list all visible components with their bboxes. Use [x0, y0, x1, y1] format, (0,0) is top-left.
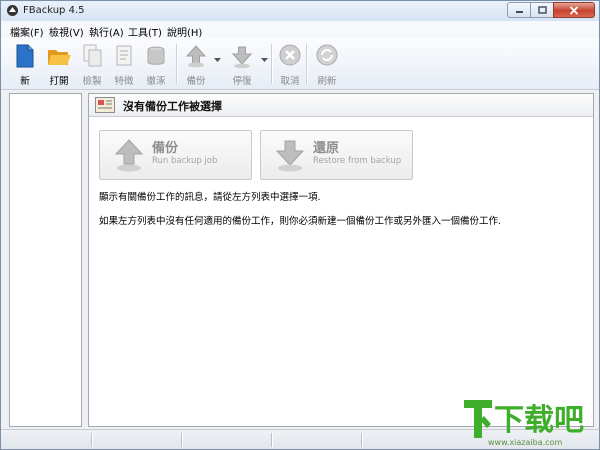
restore-button[interactable]: 停復 [224, 41, 260, 87]
dropdown-arrow-icon[interactable] [261, 58, 268, 63]
title-bar[interactable]: FBackup 4.5 [1, 1, 599, 21]
panel-title: 沒有備份工作被選擇 [123, 100, 222, 113]
restore-icon [275, 140, 305, 172]
properties-icon [116, 45, 132, 66]
backup-button[interactable]: 備份 [178, 41, 214, 87]
refresh-button[interactable]: 刷新 [309, 41, 345, 87]
new-icon [16, 44, 34, 68]
no-job-icon [95, 97, 115, 113]
restore-label: 停復 [232, 76, 252, 87]
menu-tools[interactable]: 工具(T) [128, 24, 162, 39]
info-select-job: 顯示有關備份工作的訊息，請從左方列表中選擇一項. [99, 192, 321, 203]
backup-label: 備份 [186, 76, 206, 87]
dropdown-arrow-icon[interactable] [214, 58, 221, 63]
restore-title: 還原 [313, 141, 340, 156]
info-create-job: 如果左方列表中沒有任何適用的備份工作，則你必須新建一個備份工作或另外匯入一個備份… [99, 216, 502, 227]
backup-job-list[interactable] [9, 93, 82, 427]
copy-icon [83, 44, 102, 67]
menu-view[interactable]: 檢視(V) [49, 24, 84, 39]
delete-button[interactable]: 徹涿 [138, 41, 174, 87]
backup-title: 備份 [152, 141, 179, 156]
menu-file[interactable]: 檔案(F) [10, 24, 44, 39]
restore-backup-button[interactable]: 還原 Restore from backup [260, 130, 413, 180]
restore-subtitle: Restore from backup [313, 156, 402, 166]
status-divider [91, 433, 93, 447]
restore-icon [231, 46, 253, 69]
window-controls [507, 2, 595, 19]
refresh-label: 刷新 [317, 76, 337, 87]
menu-run[interactable]: 執行(A) [89, 24, 124, 39]
toolbar: 新 打開 檢製 特徵 徹涿 備份 停復 取消 刷新 [1, 38, 599, 90]
maximize-button[interactable] [530, 2, 554, 18]
cancel-icon [279, 44, 301, 66]
backup-subtitle: Run backup job [152, 156, 218, 166]
close-icon [569, 5, 579, 15]
backup-icon [185, 45, 207, 68]
delete-icon [147, 46, 165, 65]
run-backup-button[interactable]: 備份 Run backup job [99, 130, 252, 180]
job-details-panel: 沒有備份工作被選擇 備份 Run backup job 還原 Restore f… [88, 93, 594, 427]
cancel-button[interactable]: 取消 [272, 41, 308, 87]
maximize-icon [537, 6, 547, 14]
minimize-icon [515, 11, 523, 13]
delete-label: 徹涿 [146, 76, 166, 87]
backup-icon [114, 139, 144, 172]
open-folder-icon [48, 50, 71, 65]
status-divider [361, 433, 363, 447]
app-window: FBackup 4.5 檔案(F) 檢視(V) 執行(A) 工具(T) 說明(H… [0, 0, 600, 450]
panel-header: 沒有備份工作被選擇 [89, 94, 593, 117]
status-divider [181, 433, 183, 447]
minimize-button[interactable] [507, 2, 531, 18]
menu-bar: 檔案(F) 檢視(V) 執行(A) 工具(T) 說明(H) [1, 21, 599, 39]
status-bar [1, 429, 599, 449]
close-button[interactable] [553, 2, 595, 18]
status-divider [271, 433, 273, 447]
fbackup-app-icon [7, 5, 18, 16]
refresh-icon [316, 44, 338, 66]
window-title: FBackup 4.5 [23, 5, 85, 16]
menu-help[interactable]: 說明(H) [167, 24, 202, 39]
